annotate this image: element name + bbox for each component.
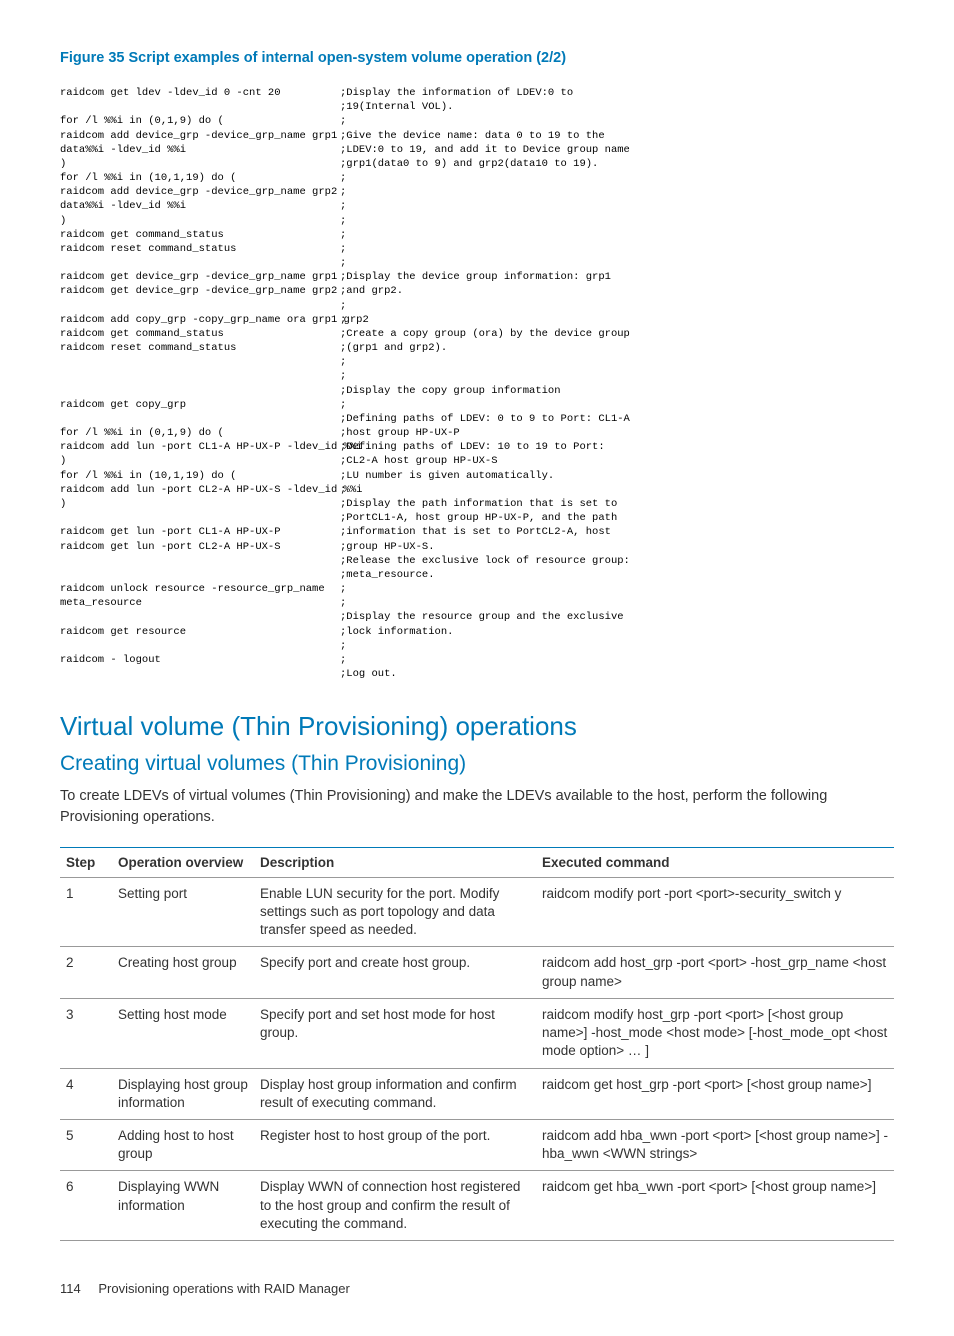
figure-caption: Figure 35 Script examples of internal op… (60, 50, 894, 66)
cell-desc: Enable LUN security for the port. Modify… (254, 877, 536, 947)
operations-table: Step Operation overview Description Exec… (60, 847, 894, 1241)
cell-step: 3 (60, 998, 112, 1068)
cell-cmd: raidcom get host_grp -port <port> [<host… (536, 1068, 894, 1119)
cell-desc: Specify port and create host group. (254, 947, 536, 998)
section-heading: Virtual volume (Thin Provisioning) opera… (60, 711, 894, 742)
cell-cmd: raidcom add host_grp -port <port> -host_… (536, 947, 894, 998)
header-step: Step (60, 847, 112, 877)
table-row: 3Setting host modeSpecify port and set h… (60, 998, 894, 1068)
table-row: 2Creating host groupSpecify port and cre… (60, 947, 894, 998)
cell-desc: Display host group information and confi… (254, 1068, 536, 1119)
table-row: 6Displaying WWN informationDisplay WWN o… (60, 1171, 894, 1241)
cell-step: 4 (60, 1068, 112, 1119)
table-row: 5Adding host to host groupRegister host … (60, 1120, 894, 1171)
cell-op: Creating host group (112, 947, 254, 998)
cell-cmd: raidcom add hba_wwn -port <port> [<host … (536, 1120, 894, 1171)
code-commands: raidcom get ldev -ldev_id 0 -cnt 20 for … (60, 86, 340, 681)
page-footer: 114 Provisioning operations with RAID Ma… (60, 1281, 894, 1296)
cell-op: Setting port (112, 877, 254, 947)
cell-op: Displaying WWN information (112, 1171, 254, 1241)
header-operation: Operation overview (112, 847, 254, 877)
cell-step: 5 (60, 1120, 112, 1171)
cell-desc: Specify port and set host mode for host … (254, 998, 536, 1068)
cell-cmd: raidcom modify host_grp -port <port> [<h… (536, 998, 894, 1068)
code-comments: ;Display the information of LDEV:0 to ;1… (340, 86, 894, 681)
cell-desc: Register host to host group of the port. (254, 1120, 536, 1171)
subsection-heading: Creating virtual volumes (Thin Provision… (60, 752, 894, 776)
cell-step: 1 (60, 877, 112, 947)
table-row: 1Setting portEnable LUN security for the… (60, 877, 894, 947)
table-header-row: Step Operation overview Description Exec… (60, 847, 894, 877)
header-command: Executed command (536, 847, 894, 877)
cell-step: 2 (60, 947, 112, 998)
header-description: Description (254, 847, 536, 877)
page-number: 114 (60, 1281, 81, 1296)
cell-op: Setting host mode (112, 998, 254, 1068)
cell-op: Adding host to host group (112, 1120, 254, 1171)
cell-cmd: raidcom modify port -port <port>-securit… (536, 877, 894, 947)
cell-op: Displaying host group information (112, 1068, 254, 1119)
table-row: 4Displaying host group informationDispla… (60, 1068, 894, 1119)
cell-desc: Display WWN of connection host registere… (254, 1171, 536, 1241)
code-example: raidcom get ldev -ldev_id 0 -cnt 20 for … (60, 86, 894, 681)
cell-step: 6 (60, 1171, 112, 1241)
intro-paragraph: To create LDEVs of virtual volumes (Thin… (60, 786, 894, 827)
cell-cmd: raidcom get hba_wwn -port <port> [<host … (536, 1171, 894, 1241)
footer-title: Provisioning operations with RAID Manage… (98, 1281, 349, 1296)
